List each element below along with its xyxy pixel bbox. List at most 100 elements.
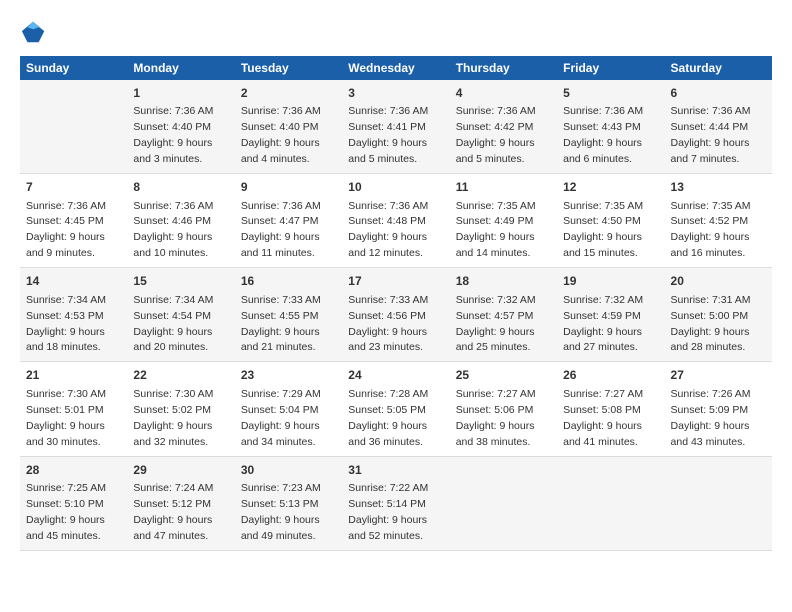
day-number: 19 xyxy=(563,273,658,290)
day-number: 22 xyxy=(133,367,228,384)
calendar-cell: 18 Sunrise: 7:32 AMSunset: 4:57 PMDaylig… xyxy=(450,268,557,362)
day-info: Sunrise: 7:36 AMSunset: 4:48 PMDaylight:… xyxy=(348,200,428,260)
day-info: Sunrise: 7:32 AMSunset: 4:57 PMDaylight:… xyxy=(456,294,536,354)
calendar-cell: 22 Sunrise: 7:30 AMSunset: 5:02 PMDaylig… xyxy=(127,362,234,456)
day-info: Sunrise: 7:33 AMSunset: 4:55 PMDaylight:… xyxy=(241,294,321,354)
calendar-cell: 24 Sunrise: 7:28 AMSunset: 5:05 PMDaylig… xyxy=(342,362,449,456)
calendar-cell: 13 Sunrise: 7:35 AMSunset: 4:52 PMDaylig… xyxy=(665,174,772,268)
day-info: Sunrise: 7:30 AMSunset: 5:01 PMDaylight:… xyxy=(26,388,106,448)
day-number: 20 xyxy=(671,273,766,290)
day-info: Sunrise: 7:29 AMSunset: 5:04 PMDaylight:… xyxy=(241,388,321,448)
day-number: 2 xyxy=(241,85,336,102)
calendar-cell: 14 Sunrise: 7:34 AMSunset: 4:53 PMDaylig… xyxy=(20,268,127,362)
calendar-cell: 3 Sunrise: 7:36 AMSunset: 4:41 PMDayligh… xyxy=(342,80,449,174)
calendar-cell xyxy=(665,456,772,550)
day-number: 24 xyxy=(348,367,443,384)
calendar-cell: 7 Sunrise: 7:36 AMSunset: 4:45 PMDayligh… xyxy=(20,174,127,268)
week-row-2: 14 Sunrise: 7:34 AMSunset: 4:53 PMDaylig… xyxy=(20,268,772,362)
calendar-cell: 9 Sunrise: 7:36 AMSunset: 4:47 PMDayligh… xyxy=(235,174,342,268)
page: SundayMondayTuesdayWednesdayThursdayFrid… xyxy=(0,0,792,612)
header xyxy=(20,18,772,46)
calendar-cell: 30 Sunrise: 7:23 AMSunset: 5:13 PMDaylig… xyxy=(235,456,342,550)
calendar-cell: 12 Sunrise: 7:35 AMSunset: 4:50 PMDaylig… xyxy=(557,174,664,268)
calendar-cell: 11 Sunrise: 7:35 AMSunset: 4:49 PMDaylig… xyxy=(450,174,557,268)
day-number: 1 xyxy=(133,85,228,102)
day-number: 4 xyxy=(456,85,551,102)
day-number: 5 xyxy=(563,85,658,102)
calendar-cell: 19 Sunrise: 7:32 AMSunset: 4:59 PMDaylig… xyxy=(557,268,664,362)
day-number: 8 xyxy=(133,179,228,196)
day-number: 15 xyxy=(133,273,228,290)
day-number: 17 xyxy=(348,273,443,290)
day-header-monday: Monday xyxy=(127,56,234,80)
day-number: 21 xyxy=(26,367,121,384)
day-info: Sunrise: 7:34 AMSunset: 4:54 PMDaylight:… xyxy=(133,294,213,354)
calendar-cell: 26 Sunrise: 7:27 AMSunset: 5:08 PMDaylig… xyxy=(557,362,664,456)
calendar-cell xyxy=(557,456,664,550)
calendar-cell: 8 Sunrise: 7:36 AMSunset: 4:46 PMDayligh… xyxy=(127,174,234,268)
day-number: 3 xyxy=(348,85,443,102)
day-info: Sunrise: 7:22 AMSunset: 5:14 PMDaylight:… xyxy=(348,482,428,542)
week-row-3: 21 Sunrise: 7:30 AMSunset: 5:01 PMDaylig… xyxy=(20,362,772,456)
calendar-cell: 16 Sunrise: 7:33 AMSunset: 4:55 PMDaylig… xyxy=(235,268,342,362)
day-info: Sunrise: 7:36 AMSunset: 4:43 PMDaylight:… xyxy=(563,105,643,165)
calendar-cell xyxy=(20,80,127,174)
day-info: Sunrise: 7:31 AMSunset: 5:00 PMDaylight:… xyxy=(671,294,751,354)
day-info: Sunrise: 7:36 AMSunset: 4:42 PMDaylight:… xyxy=(456,105,536,165)
day-info: Sunrise: 7:33 AMSunset: 4:56 PMDaylight:… xyxy=(348,294,428,354)
week-row-1: 7 Sunrise: 7:36 AMSunset: 4:45 PMDayligh… xyxy=(20,174,772,268)
day-number: 6 xyxy=(671,85,766,102)
day-header-wednesday: Wednesday xyxy=(342,56,449,80)
day-info: Sunrise: 7:24 AMSunset: 5:12 PMDaylight:… xyxy=(133,482,213,542)
calendar-cell: 15 Sunrise: 7:34 AMSunset: 4:54 PMDaylig… xyxy=(127,268,234,362)
calendar-cell: 20 Sunrise: 7:31 AMSunset: 5:00 PMDaylig… xyxy=(665,268,772,362)
day-number: 16 xyxy=(241,273,336,290)
calendar-cell: 1 Sunrise: 7:36 AMSunset: 4:40 PMDayligh… xyxy=(127,80,234,174)
day-number: 28 xyxy=(26,462,121,479)
calendar-cell xyxy=(450,456,557,550)
day-header-tuesday: Tuesday xyxy=(235,56,342,80)
day-header-friday: Friday xyxy=(557,56,664,80)
logo xyxy=(20,18,52,46)
day-info: Sunrise: 7:32 AMSunset: 4:59 PMDaylight:… xyxy=(563,294,643,354)
day-number: 27 xyxy=(671,367,766,384)
day-number: 25 xyxy=(456,367,551,384)
calendar-cell: 23 Sunrise: 7:29 AMSunset: 5:04 PMDaylig… xyxy=(235,362,342,456)
calendar-cell: 6 Sunrise: 7:36 AMSunset: 4:44 PMDayligh… xyxy=(665,80,772,174)
day-number: 12 xyxy=(563,179,658,196)
day-info: Sunrise: 7:34 AMSunset: 4:53 PMDaylight:… xyxy=(26,294,106,354)
calendar-cell: 17 Sunrise: 7:33 AMSunset: 4:56 PMDaylig… xyxy=(342,268,449,362)
day-info: Sunrise: 7:35 AMSunset: 4:50 PMDaylight:… xyxy=(563,200,643,260)
calendar-cell: 21 Sunrise: 7:30 AMSunset: 5:01 PMDaylig… xyxy=(20,362,127,456)
day-info: Sunrise: 7:36 AMSunset: 4:40 PMDaylight:… xyxy=(241,105,321,165)
day-number: 26 xyxy=(563,367,658,384)
day-info: Sunrise: 7:35 AMSunset: 4:49 PMDaylight:… xyxy=(456,200,536,260)
calendar-cell: 25 Sunrise: 7:27 AMSunset: 5:06 PMDaylig… xyxy=(450,362,557,456)
calendar-cell: 31 Sunrise: 7:22 AMSunset: 5:14 PMDaylig… xyxy=(342,456,449,550)
calendar-cell: 28 Sunrise: 7:25 AMSunset: 5:10 PMDaylig… xyxy=(20,456,127,550)
day-info: Sunrise: 7:26 AMSunset: 5:09 PMDaylight:… xyxy=(671,388,751,448)
calendar-cell: 2 Sunrise: 7:36 AMSunset: 4:40 PMDayligh… xyxy=(235,80,342,174)
week-row-4: 28 Sunrise: 7:25 AMSunset: 5:10 PMDaylig… xyxy=(20,456,772,550)
week-row-0: 1 Sunrise: 7:36 AMSunset: 4:40 PMDayligh… xyxy=(20,80,772,174)
logo-icon xyxy=(20,18,48,46)
day-header-sunday: Sunday xyxy=(20,56,127,80)
day-info: Sunrise: 7:36 AMSunset: 4:40 PMDaylight:… xyxy=(133,105,213,165)
day-number: 11 xyxy=(456,179,551,196)
calendar-cell: 5 Sunrise: 7:36 AMSunset: 4:43 PMDayligh… xyxy=(557,80,664,174)
calendar-cell: 10 Sunrise: 7:36 AMSunset: 4:48 PMDaylig… xyxy=(342,174,449,268)
day-number: 31 xyxy=(348,462,443,479)
calendar-cell: 29 Sunrise: 7:24 AMSunset: 5:12 PMDaylig… xyxy=(127,456,234,550)
day-info: Sunrise: 7:28 AMSunset: 5:05 PMDaylight:… xyxy=(348,388,428,448)
day-number: 23 xyxy=(241,367,336,384)
day-number: 14 xyxy=(26,273,121,290)
day-info: Sunrise: 7:36 AMSunset: 4:45 PMDaylight:… xyxy=(26,200,106,260)
day-info: Sunrise: 7:27 AMSunset: 5:06 PMDaylight:… xyxy=(456,388,536,448)
day-number: 7 xyxy=(26,179,121,196)
day-header-thursday: Thursday xyxy=(450,56,557,80)
day-number: 30 xyxy=(241,462,336,479)
calendar-cell: 4 Sunrise: 7:36 AMSunset: 4:42 PMDayligh… xyxy=(450,80,557,174)
day-info: Sunrise: 7:36 AMSunset: 4:41 PMDaylight:… xyxy=(348,105,428,165)
day-number: 29 xyxy=(133,462,228,479)
day-info: Sunrise: 7:27 AMSunset: 5:08 PMDaylight:… xyxy=(563,388,643,448)
